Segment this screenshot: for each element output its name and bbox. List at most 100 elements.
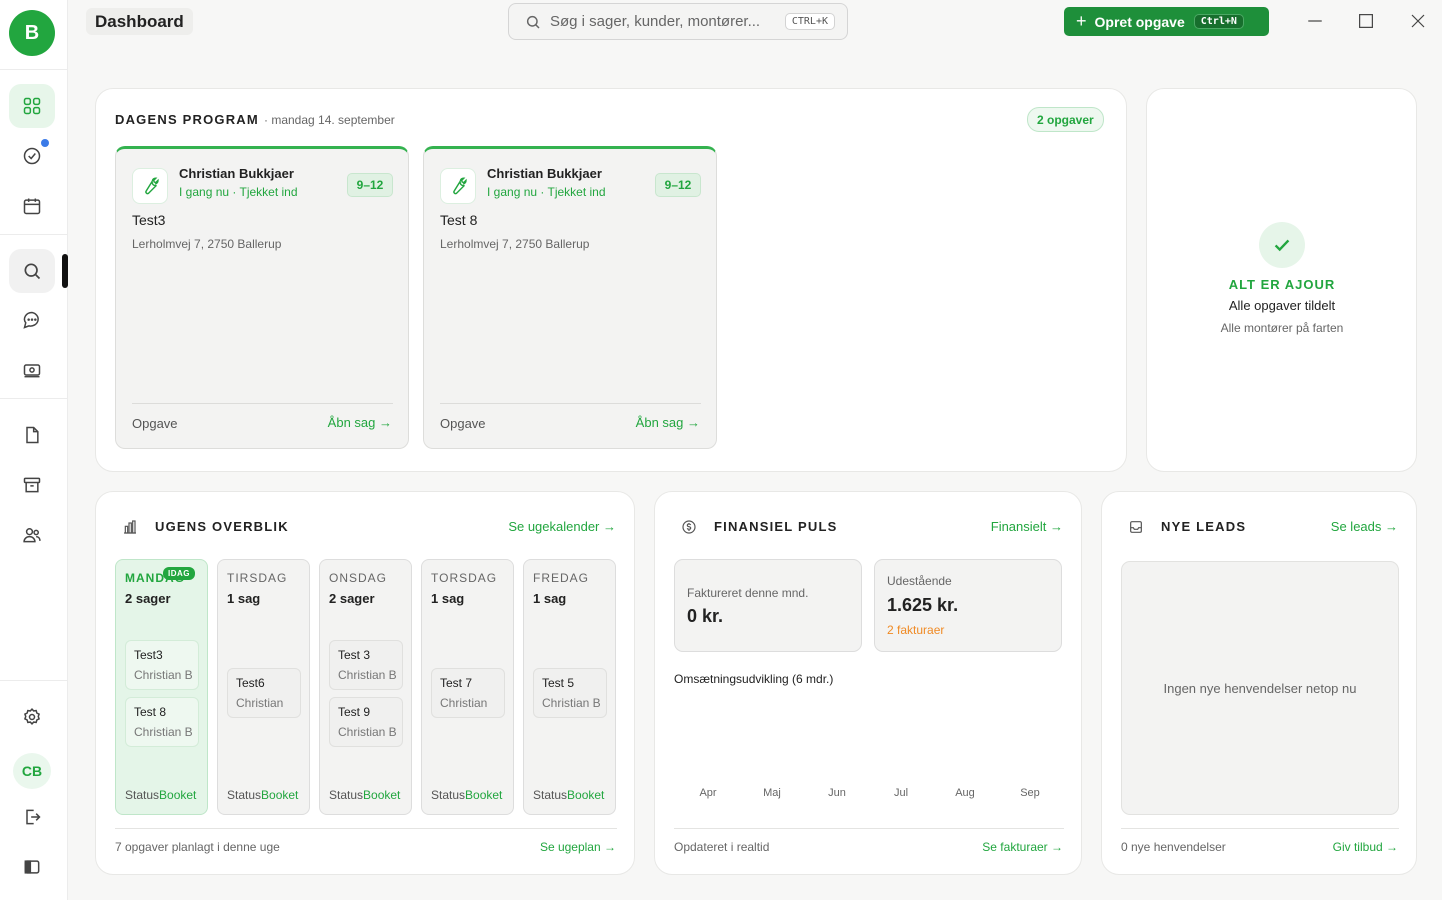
event-title: Test6 <box>236 676 265 690</box>
calendar-event[interactable]: Test 9 Christian B <box>329 697 403 747</box>
status-panel: ALT ER AJOUR Alle opgaver tildelt Alle m… <box>1146 88 1417 472</box>
search-input[interactable] <box>550 13 785 30</box>
calendar-event[interactable]: Test 8 Christian B <box>125 697 199 747</box>
month-label: Jul <box>893 787 909 799</box>
sidebar-collapse-toggle[interactable] <box>9 845 55 889</box>
page-title: Dashboard <box>86 8 193 35</box>
day-count: 1 sag <box>431 591 465 606</box>
status-value: Booket <box>363 788 401 802</box>
day-column[interactable]: TORSDAG 1 sag Test 7 Christian StatusBoo… <box>421 559 514 815</box>
job-status: I gang nu · Tjekket ind <box>487 185 606 199</box>
day-name: TIRSDAG <box>227 571 288 585</box>
calendar-event[interactable]: Test6 Christian <box>227 668 301 718</box>
search-icon <box>526 15 540 29</box>
status-value: Booket <box>465 788 503 802</box>
document-icon <box>26 426 39 444</box>
close-window-button[interactable] <box>1405 8 1431 34</box>
event-title: Test3 <box>134 648 163 662</box>
event-title: Test 3 <box>338 648 371 662</box>
job-card[interactable]: Christian Bukkjaer I gang nu · Tjekket i… <box>423 146 717 449</box>
leads-count: 0 nye henvendelser <box>1121 840 1226 854</box>
sidebar-item-tasks[interactable] <box>9 134 55 178</box>
money-icon <box>23 364 41 378</box>
revenue-chart-axis: Apr Maj Jun Jul Aug Sep <box>674 787 1064 801</box>
active-indicator <box>62 254 68 288</box>
calendar-event[interactable]: Test 5 Christian B <box>533 668 607 718</box>
finance-title: FINANSIEL PULS <box>714 519 838 534</box>
sidebar-item-calendar[interactable] <box>9 184 55 228</box>
event-person: Christian B <box>134 668 193 682</box>
maximize-window-button[interactable] <box>1353 8 1379 34</box>
users-icon <box>23 528 41 543</box>
sidebar-item-settings[interactable] <box>9 695 55 739</box>
event-title: Test 8 <box>134 705 167 719</box>
user-avatar[interactable]: CB <box>13 753 51 789</box>
open-case-link[interactable]: Åbn sag → <box>636 415 700 430</box>
day-column[interactable]: ONSDAG 2 sager Test 3 Christian B Test 9… <box>319 559 412 815</box>
status-value: Booket <box>567 788 605 802</box>
finance-link[interactable]: Finansielt → <box>991 519 1063 534</box>
job-card[interactable]: Christian Bukkjaer I gang nu · Tjekket i… <box>115 146 409 449</box>
month-label: Aug <box>955 787 975 799</box>
event-person: Christian B <box>338 725 397 739</box>
create-task-button[interactable]: + Opret opgave Ctrl+N <box>1064 7 1269 36</box>
day-name: TORSDAG <box>431 571 498 585</box>
today-badge: IDAG <box>163 567 195 580</box>
leads-empty-state: Ingen nye henvendelser netop nu <box>1121 561 1399 815</box>
wrench-icon <box>440 168 476 204</box>
invoices-link[interactable]: Se fakturaer → <box>982 840 1063 854</box>
minimize-window-button[interactable] <box>1302 8 1328 34</box>
see-leads-link[interactable]: Se leads → <box>1331 519 1398 534</box>
day-status: StatusBooket <box>329 788 400 802</box>
week-plan-link[interactable]: Se ugeplan → <box>540 840 616 854</box>
plus-icon: + <box>1076 11 1087 31</box>
event-person: Christian B <box>338 668 397 682</box>
status-label: Status <box>329 788 364 802</box>
logout-icon <box>26 809 41 825</box>
status-label: Status <box>227 788 262 802</box>
event-person: Christian B <box>134 725 193 739</box>
event-person: Christian <box>236 696 284 710</box>
sidebar-item-documents[interactable] <box>9 413 55 457</box>
maximize-icon <box>1359 14 1373 28</box>
sidebar-item-dashboard[interactable] <box>9 84 55 128</box>
day-column[interactable]: FREDAG 1 sag Test 5 Christian B StatusBo… <box>523 559 616 815</box>
sidebar-item-archive[interactable] <box>9 463 55 507</box>
open-case-link[interactable]: Åbn sag → <box>328 415 392 430</box>
sidebar-item-search[interactable] <box>9 249 55 293</box>
day-status: StatusBooket <box>533 788 604 802</box>
event-person: Christian <box>440 696 488 710</box>
calendar-event[interactable]: Test3 Christian B <box>125 640 199 690</box>
outstanding-stat[interactable]: Udestående 1.625 kr. 2 fakturaer <box>874 559 1062 652</box>
company-logo[interactable]: B <box>9 10 55 56</box>
finance-card: FINANSIEL PULS Finansielt → Faktureret d… <box>654 491 1082 875</box>
calendar-event[interactable]: Test 3 Christian B <box>329 640 403 690</box>
status-value: Booket <box>159 788 197 802</box>
day-count: 1 sag <box>533 591 567 606</box>
day-column[interactable]: MANDAG IDAG 2 sager Test3 Christian B Te… <box>115 559 208 815</box>
give-quote-link[interactable]: Giv tilbud → <box>1333 840 1398 854</box>
job-time-badge: 9–12 <box>655 173 701 197</box>
divider <box>115 828 617 829</box>
outstanding-label: Udestående <box>887 574 952 588</box>
job-title: Test 8 <box>440 212 478 228</box>
global-search[interactable]: CTRL+K <box>508 3 848 40</box>
job-technician: Christian Bukkjaer <box>487 166 602 181</box>
gear-icon <box>23 707 41 726</box>
day-column[interactable]: TIRSDAG 1 sag Test6 Christian StatusBook… <box>217 559 310 815</box>
sidebar-item-logout[interactable] <box>9 795 55 839</box>
sidebar-item-messages[interactable] <box>9 298 55 342</box>
week-calendar-link[interactable]: Se ugekalender → <box>508 519 616 534</box>
divider <box>1121 828 1399 829</box>
calendar-event[interactable]: Test 7 Christian <box>431 668 505 718</box>
archive-icon <box>23 477 41 493</box>
notification-dot <box>41 139 49 147</box>
sidebar-item-finance[interactable] <box>9 348 55 392</box>
sidebar-item-team[interactable] <box>9 513 55 557</box>
event-title: Test 7 <box>440 676 473 690</box>
revenue-chart-title: Omsætningsudvikling (6 mdr.) <box>674 672 834 686</box>
job-technician: Christian Bukkjaer <box>179 166 294 181</box>
divider <box>440 403 701 404</box>
day-status: StatusBooket <box>125 788 196 802</box>
job-title: Test3 <box>132 212 166 228</box>
